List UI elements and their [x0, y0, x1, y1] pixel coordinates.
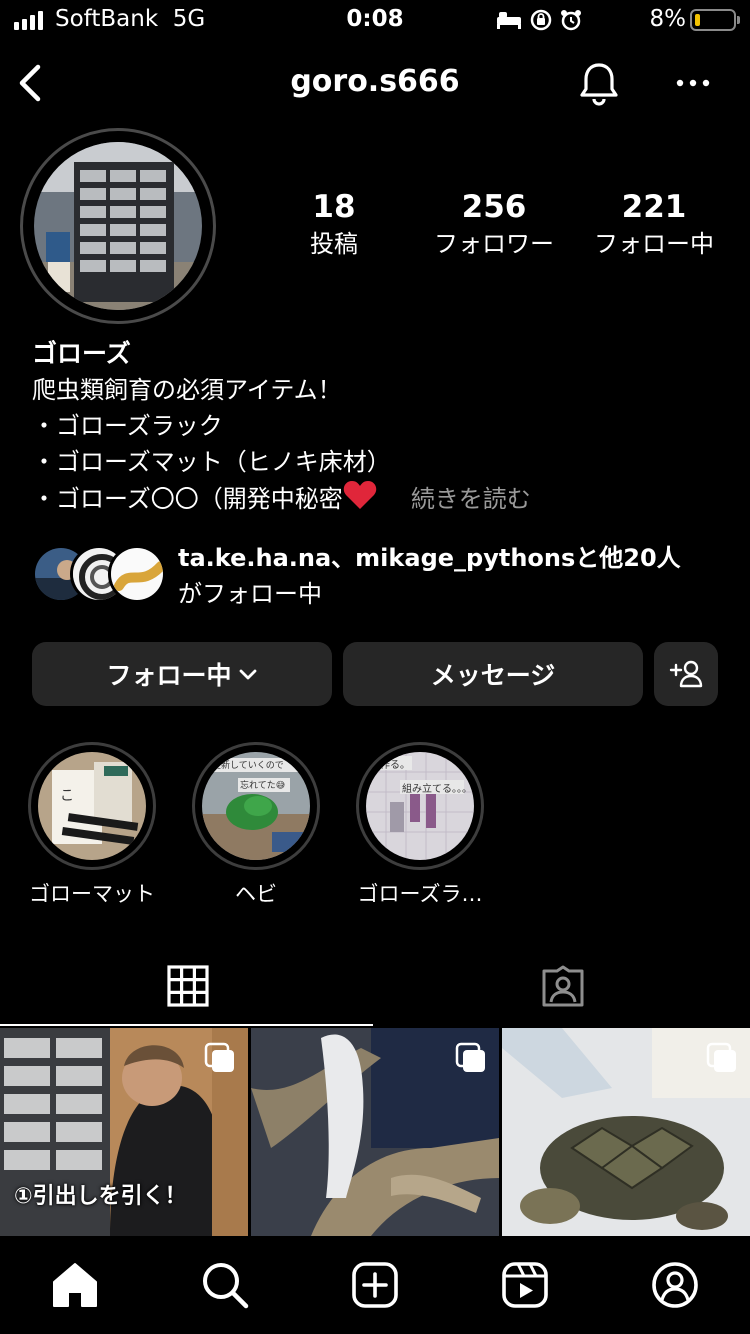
svg-text:こ: こ [60, 788, 74, 804]
tagged-icon [542, 965, 583, 1007]
tab-posts-grid[interactable] [0, 944, 375, 1028]
bed-icon [497, 12, 521, 29]
posts-label: 投稿 [310, 230, 358, 258]
post-thumbnail[interactable]: ①引出しを引く！ [0, 1028, 248, 1236]
multiple-images-icon [706, 1042, 736, 1072]
follower-avatar [108, 545, 166, 603]
display-name: ゴローズ [32, 339, 131, 368]
multiple-images-icon [204, 1042, 234, 1072]
highlight-ring: こ [28, 742, 156, 870]
status-time: 0:08 [346, 6, 404, 32]
followed-by[interactable]: ta.ke.ha.na、mikage_pythonsと他20人 がフォロー中 [32, 540, 732, 610]
followed-by-names: ta.ke.ha.na、mikage_pythons [178, 544, 576, 572]
highlight-cover: 作る。 組み立てる。。。 [366, 752, 474, 860]
followers-label: フォロワー [434, 230, 554, 258]
story-highlight[interactable]: 作る。 組み立てる。。。 ゴローズラ… [345, 742, 495, 908]
status-icons [496, 9, 582, 31]
followed-by-suffix: がフォロー中 [178, 580, 322, 608]
home-icon[interactable] [50, 1260, 100, 1310]
post-caption: ①引出しを引く！ [14, 1184, 187, 1209]
highlight-label: ゴローマット [29, 882, 155, 906]
highlight-overlay-text: 組み立てる。。。 [402, 784, 472, 795]
grid-icon [166, 965, 209, 1007]
story-highlight[interactable]: こ ゴローマット [17, 742, 167, 908]
posts-count: 18 [312, 189, 356, 225]
highlight-cover: こ [38, 752, 146, 860]
profile-bio: ゴローズ 爬虫類飼育の必須アイテム！ ・ゴローズラック ・ゴローズマット（ヒノキ… [32, 336, 732, 517]
add-user-icon [669, 660, 703, 688]
bell-icon[interactable] [576, 60, 622, 106]
message-button-label: メッセージ [430, 661, 556, 690]
story-highlight[interactable]: 更新していくので 忘れてた😅 ヘビ [181, 742, 331, 908]
multiple-images-icon [455, 1042, 485, 1072]
highlight-cover: 更新していくので 忘れてた😅 [202, 752, 310, 860]
profile-username: goro.s666 [290, 64, 460, 99]
post-thumbnail[interactable] [251, 1028, 499, 1236]
battery-percent: 8% [649, 6, 687, 32]
message-button[interactable]: メッセージ [343, 642, 643, 706]
following-label: フォロー中 [594, 230, 714, 258]
post-thumbnail[interactable] [502, 1028, 750, 1236]
heart-icon [343, 481, 377, 509]
search-icon[interactable] [200, 1260, 250, 1310]
rotation-lock-icon [530, 9, 552, 31]
followers-count: 256 [461, 189, 527, 225]
following-button-label: フォロー中 [106, 661, 232, 690]
bottom-navigation [0, 1236, 750, 1334]
following-stat[interactable]: 221 フォロー中 [584, 188, 724, 262]
posts-stat[interactable]: 18 投稿 [284, 188, 384, 262]
bio-line: ・ゴローズ〇〇（開発中秘密 [32, 485, 343, 513]
highlight-overlay-text: 更新していくので [212, 761, 284, 771]
create-icon[interactable] [350, 1260, 400, 1310]
chevron-down-icon [239, 669, 256, 680]
profile-header: goro.s666 [0, 50, 750, 116]
avatar[interactable] [34, 142, 202, 310]
followed-by-others: と他20人 [575, 544, 681, 572]
bio-line: ・ゴローズラック [32, 412, 223, 440]
highlight-label: ゴローズラ… [357, 882, 483, 906]
followed-by-text: ta.ke.ha.na、mikage_pythonsと他20人 がフォロー中 [178, 540, 681, 612]
alarm-icon [561, 10, 581, 31]
read-more-link[interactable]: 続きを読む [411, 485, 531, 513]
tab-tagged[interactable] [375, 944, 750, 1028]
bio-line: 爬虫類飼育の必須アイテム！ [32, 376, 342, 404]
reels-icon[interactable] [500, 1260, 550, 1310]
highlight-ring: 作る。 組み立てる。。。 [356, 742, 484, 870]
highlight-overlay-text: 忘れてた😅 [240, 781, 286, 791]
highlight-overlay-text: 作る。 [380, 760, 410, 771]
following-count: 221 [621, 189, 687, 225]
battery-icon [690, 9, 740, 31]
following-button[interactable]: フォロー中 [32, 642, 332, 706]
bio-line: ・ゴローズマット（ヒノキ床材） [32, 448, 391, 476]
profile-tabs [0, 944, 750, 1028]
active-tab-indicator [0, 1024, 373, 1026]
suggest-users-button[interactable] [654, 642, 718, 706]
followers-stat[interactable]: 256 フォロワー [424, 188, 564, 262]
highlight-ring: 更新していくので 忘れてた😅 [192, 742, 320, 870]
profile-icon[interactable] [650, 1260, 700, 1310]
bio-line-last: ・ゴローズ〇〇（開発中秘密 続きを読む [32, 480, 732, 517]
status-bar: SoftBank 5G 0:08 8% [0, 0, 750, 42]
highlight-label: ヘビ [235, 882, 277, 906]
more-dots-icon[interactable] [668, 66, 718, 100]
